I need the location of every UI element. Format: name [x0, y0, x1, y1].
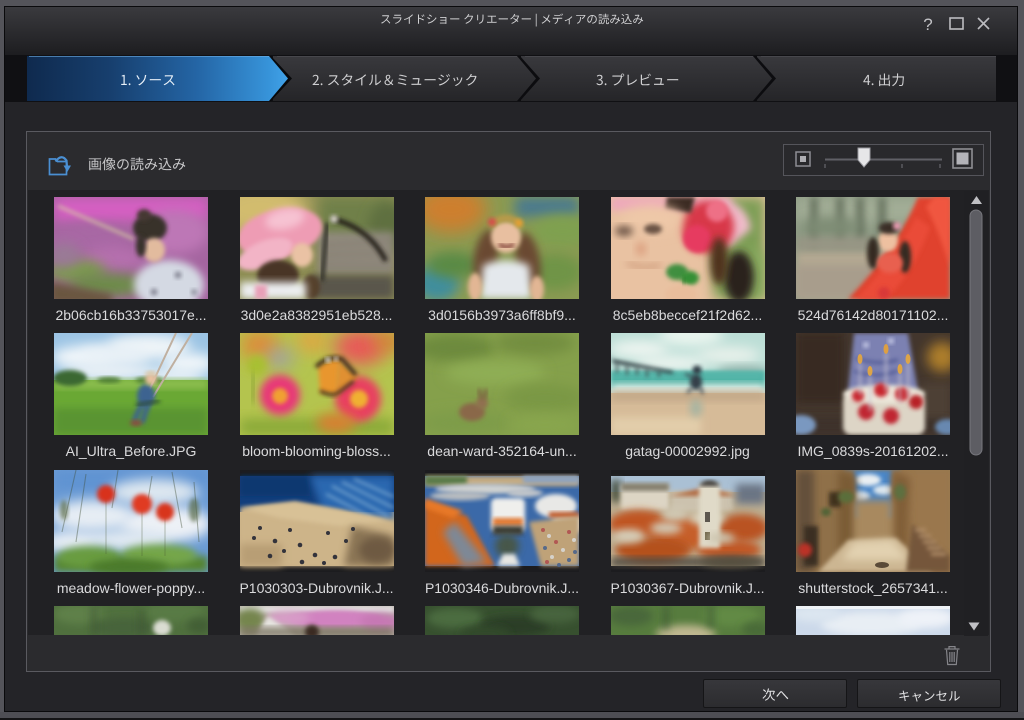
svg-text:?: ?: [923, 15, 932, 34]
